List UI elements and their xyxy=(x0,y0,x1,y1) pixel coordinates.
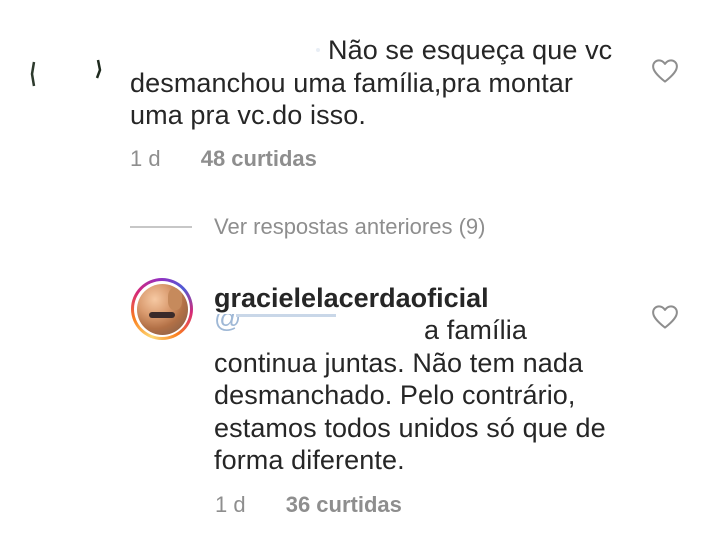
comment-line: forma diferente. xyxy=(214,445,405,475)
heart-outline-icon[interactable] xyxy=(650,302,680,332)
comment-2: gracielelacerdaoficial @ a família conti… xyxy=(0,270,720,530)
comment-text: @ a família continua juntas. Não tem nad… xyxy=(214,314,654,477)
comment-line: @ a família xyxy=(214,314,654,347)
mention-partial: @ xyxy=(214,314,242,333)
comment-time[interactable]: 1 d xyxy=(130,146,161,171)
comment-1: Não se esqueça que vc desmanchou uma fam… xyxy=(0,0,720,190)
mention-link[interactable]: @ xyxy=(214,314,424,338)
comment-body: gracielelacerdaoficial @ a família conti… xyxy=(214,283,654,477)
comment-likes[interactable]: 36 curtidas xyxy=(286,492,402,517)
comment-time[interactable]: 1 d xyxy=(215,492,246,517)
heart-outline-icon[interactable] xyxy=(650,56,680,86)
view-previous-replies[interactable]: Ver respostas anteriores (9) xyxy=(130,212,485,242)
avatar[interactable] xyxy=(131,278,193,340)
comment-line: Não se esqueça que vc xyxy=(328,35,613,65)
comment-line: desmanchou uma família,pra montar xyxy=(130,67,574,98)
avatar-border xyxy=(134,281,190,337)
comment-meta: 1 d 36 curtidas xyxy=(215,492,402,518)
redaction-mark xyxy=(236,314,336,317)
comment-line: uma pra vc.do isso. xyxy=(130,100,367,130)
comment-meta: 1 d 48 curtidas xyxy=(130,146,317,172)
avatar-photo xyxy=(136,283,188,335)
comment-line: continua juntas. Não tem nada xyxy=(214,347,584,378)
comment-likes[interactable]: 48 curtidas xyxy=(201,146,317,171)
comment-line: estamos todos unidos só que de xyxy=(214,412,606,443)
view-replies-label[interactable]: Ver respostas anteriores (9) xyxy=(214,214,485,240)
comment-text: Não se esqueça que vc desmanchou uma fam… xyxy=(130,34,650,132)
comment-text-tail: a família xyxy=(424,315,527,345)
comment-line: desmanchado. Pelo contrário, xyxy=(214,380,576,410)
reply-divider-line xyxy=(130,226,192,228)
comment-username[interactable]: gracielelacerdaoficial xyxy=(214,283,654,314)
avatar[interactable] xyxy=(26,54,104,104)
